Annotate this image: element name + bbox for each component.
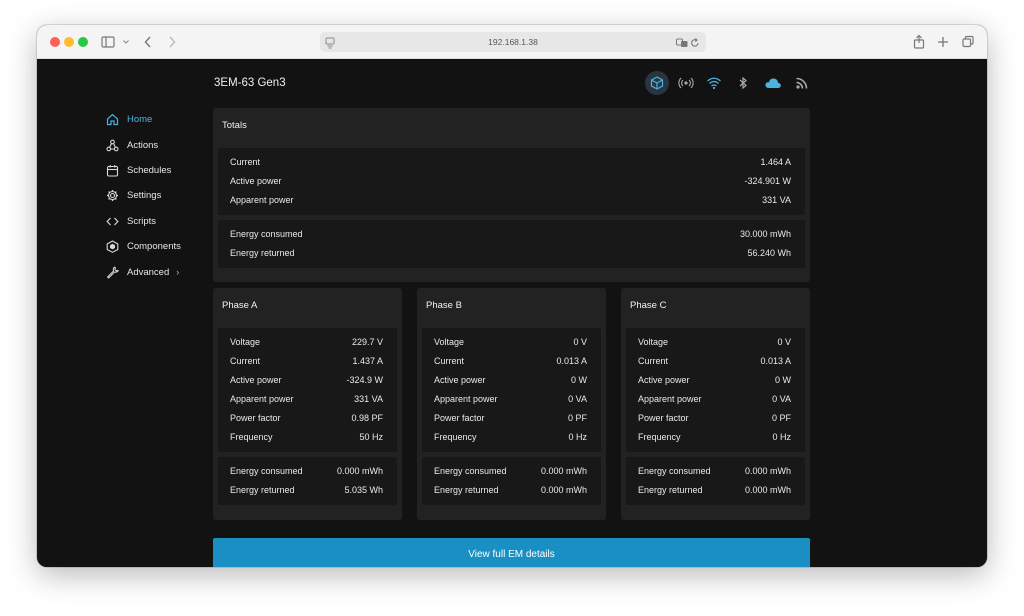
view-full-em-details-button[interactable]: View full EM details — [213, 538, 810, 567]
phase-b-card: Phase B Voltage 0 V Current 0.013 A Active… — [417, 288, 606, 520]
cloud-icon[interactable] — [761, 71, 785, 95]
code-icon — [105, 214, 119, 228]
totals-card: Totals Current 1.464 A Active power -324.9… — [213, 108, 810, 282]
table-row: Active power 0 W — [638, 375, 791, 385]
device-cube-icon[interactable] — [645, 71, 669, 95]
sidebar-item-schedules[interactable]: Schedules — [105, 158, 215, 183]
sidebar-item-advanced[interactable]: Advanced › — [105, 259, 215, 284]
back-icon[interactable] — [143, 32, 153, 52]
table-row: Apparent power 331 VA — [230, 394, 383, 404]
table-row: Voltage 229.7 V — [230, 337, 383, 347]
totals-power-panel: Current 1.464 A Active power -324.901 W Ap… — [218, 148, 805, 215]
close-window-button[interactable] — [50, 37, 60, 47]
table-row: Apparent power 331 VA — [230, 195, 791, 205]
reload-icon[interactable] — [690, 36, 700, 56]
sidebar-item-scripts[interactable]: Scripts — [105, 209, 215, 234]
phase-energy-panel: Energy consumed 0.000 mWh Energy returned… — [218, 457, 397, 505]
sidebar-item-components[interactable]: Components — [105, 234, 215, 259]
table-row: Active power -324.9 W — [230, 375, 383, 385]
table-row: Energy consumed 30.000 mWh — [230, 229, 791, 239]
table-row: Energy returned 0.000 mWh — [638, 485, 791, 495]
url-text: 192.168.1.38 — [488, 37, 538, 47]
phase-metrics-panel: Voltage 0 V Current 0.013 A Active power 0 … — [626, 328, 805, 452]
table-row: Frequency 0 Hz — [434, 432, 587, 442]
table-row: Energy returned 5.035 Wh — [230, 485, 383, 495]
minimize-window-button[interactable] — [64, 37, 74, 47]
sidebar-item-label: Actions — [127, 139, 159, 151]
table-row: Power factor 0 PF — [638, 413, 791, 423]
phase-metrics-panel: Voltage 229.7 V Current 1.437 A Active pow… — [218, 328, 397, 452]
browser-window: 192.168.1.38 3EM-63 Gen3 Home Actions Sc… — [37, 25, 987, 567]
sidebar-item-actions[interactable]: Actions — [105, 132, 215, 157]
sidebar-item-label: Scripts — [127, 215, 157, 227]
radio-icon[interactable] — [674, 71, 698, 95]
sidebar-toggle-icon[interactable] — [101, 32, 115, 52]
phase-energy-panel: Energy consumed 0.000 mWh Energy returned… — [626, 457, 805, 505]
totals-title: Totals — [222, 120, 247, 131]
address-bar[interactable]: 192.168.1.38 — [320, 32, 706, 52]
phase-metrics-panel: Voltage 0 V Current 0.013 A Active power 0 … — [422, 328, 601, 452]
page-settings-icon[interactable] — [325, 36, 335, 56]
rss-icon[interactable] — [790, 71, 814, 95]
share-icon[interactable] — [913, 32, 925, 52]
sidebar-item-label: Components — [127, 241, 181, 253]
table-row: Power factor 0.98 PF — [230, 413, 383, 423]
translate-icon[interactable] — [676, 36, 688, 56]
gear-icon — [105, 189, 119, 203]
table-row: Energy consumed 0.000 mWh — [638, 466, 791, 476]
table-row: Voltage 0 V — [434, 337, 587, 347]
calendar-icon — [105, 163, 119, 177]
components-icon — [105, 240, 119, 254]
actions-icon — [105, 138, 119, 152]
table-row: Active power 0 W — [434, 375, 587, 385]
sidebar-item-home[interactable]: Home — [105, 107, 215, 132]
device-title: 3EM-63 Gen3 — [214, 77, 286, 89]
sidebar-item-label: Settings — [127, 190, 162, 202]
chevron-down-icon[interactable] — [122, 32, 130, 52]
chevron-right-icon: › — [176, 267, 180, 278]
wrench-icon — [105, 265, 119, 279]
wifi-icon[interactable] — [702, 71, 726, 95]
table-row: Apparent power 0 VA — [434, 394, 587, 404]
table-row: Power factor 0 PF — [434, 413, 587, 423]
table-row: Energy returned 0.000 mWh — [434, 485, 587, 495]
new-tab-icon[interactable] — [937, 32, 949, 52]
totals-energy-panel: Energy consumed 30.000 mWh Energy returne… — [218, 220, 805, 268]
phase-energy-panel: Energy consumed 0.000 mWh Energy returned… — [422, 457, 601, 505]
table-row: Current 1.464 A — [230, 157, 791, 167]
phase-a-card: Phase A Voltage 229.7 V Current 1.437 A Ac… — [213, 288, 402, 520]
table-row: Energy returned 56.240 Wh — [230, 248, 791, 258]
bluetooth-icon[interactable] — [731, 71, 755, 95]
table-row: Current 0.013 A — [434, 356, 587, 366]
phase-title: Phase B — [426, 300, 462, 311]
table-row: Apparent power 0 VA — [638, 394, 791, 404]
sidebar-nav: Home Actions Schedules Settings Scripts … — [105, 107, 215, 285]
table-row: Current 0.013 A — [638, 356, 791, 366]
phase-title: Phase C — [630, 300, 667, 311]
sidebar-item-label: Advanced — [127, 266, 170, 278]
table-row: Frequency 50 Hz — [230, 432, 383, 442]
table-row: Voltage 0 V — [638, 337, 791, 347]
browser-toolbar: 192.168.1.38 — [37, 25, 987, 59]
table-row: Frequency 0 Hz — [638, 432, 791, 442]
sidebar-item-label: Schedules — [127, 164, 172, 176]
tab-overview-icon[interactable] — [962, 32, 974, 52]
phase-title: Phase A — [222, 300, 258, 311]
table-row: Energy consumed 0.000 mWh — [434, 466, 587, 476]
table-row: Current 1.437 A — [230, 356, 383, 366]
home-icon — [105, 113, 119, 127]
sidebar-item-label: Home — [127, 114, 153, 126]
table-row: Active power -324.901 W — [230, 176, 791, 186]
page-content: 3EM-63 Gen3 Home Actions Schedules Setti… — [37, 59, 987, 567]
forward-icon[interactable] — [167, 32, 177, 52]
sidebar-item-settings[interactable]: Settings — [105, 183, 215, 208]
zoom-window-button[interactable] — [78, 37, 88, 47]
phase-c-card: Phase C Voltage 0 V Current 0.013 A Active… — [621, 288, 810, 520]
table-row: Energy consumed 0.000 mWh — [230, 466, 383, 476]
